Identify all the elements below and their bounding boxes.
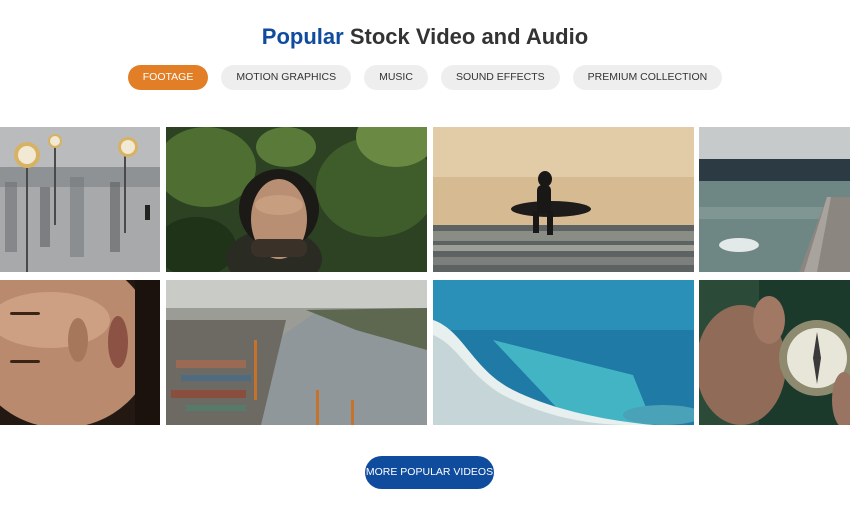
page-title: Popular Stock Video and Audio: [0, 23, 850, 51]
surfer-image: [433, 127, 694, 272]
tab-music[interactable]: MUSIC: [364, 65, 428, 90]
compass-image: [699, 280, 850, 425]
category-tabs: FOOTAGE MOTION GRAPHICS MUSIC SOUND EFFE…: [0, 65, 850, 90]
video-gallery: [0, 127, 850, 425]
tab-premium-collection[interactable]: PREMIUM COLLECTION: [572, 65, 723, 90]
video-thumbnail-port[interactable]: [166, 280, 427, 425]
clocks-image: [0, 127, 160, 272]
port-image: [166, 280, 427, 425]
forest-man-image: [166, 127, 427, 272]
video-thumbnail-wave[interactable]: [433, 280, 694, 425]
more-popular-videos-button[interactable]: MORE POPULAR VIDEOS: [365, 456, 494, 489]
video-thumbnail-lake-pier[interactable]: [699, 127, 850, 272]
tab-footage[interactable]: FOOTAGE: [127, 65, 209, 90]
video-thumbnail-forest-man[interactable]: [166, 127, 427, 272]
tab-sound-effects[interactable]: SOUND EFFECTS: [440, 65, 560, 90]
video-thumbnail-surfer[interactable]: [433, 127, 694, 272]
woman-image: [0, 280, 160, 425]
video-thumbnail-clocks[interactable]: [0, 127, 160, 272]
lake-pier-image: [699, 127, 850, 272]
wave-image: [433, 280, 694, 425]
video-thumbnail-woman[interactable]: [0, 280, 160, 425]
video-thumbnail-compass[interactable]: [699, 280, 850, 425]
title-rest: Stock Video and Audio: [343, 23, 589, 49]
title-accent: Popular: [261, 23, 344, 49]
tab-motion-graphics[interactable]: MOTION GRAPHICS: [221, 65, 352, 90]
